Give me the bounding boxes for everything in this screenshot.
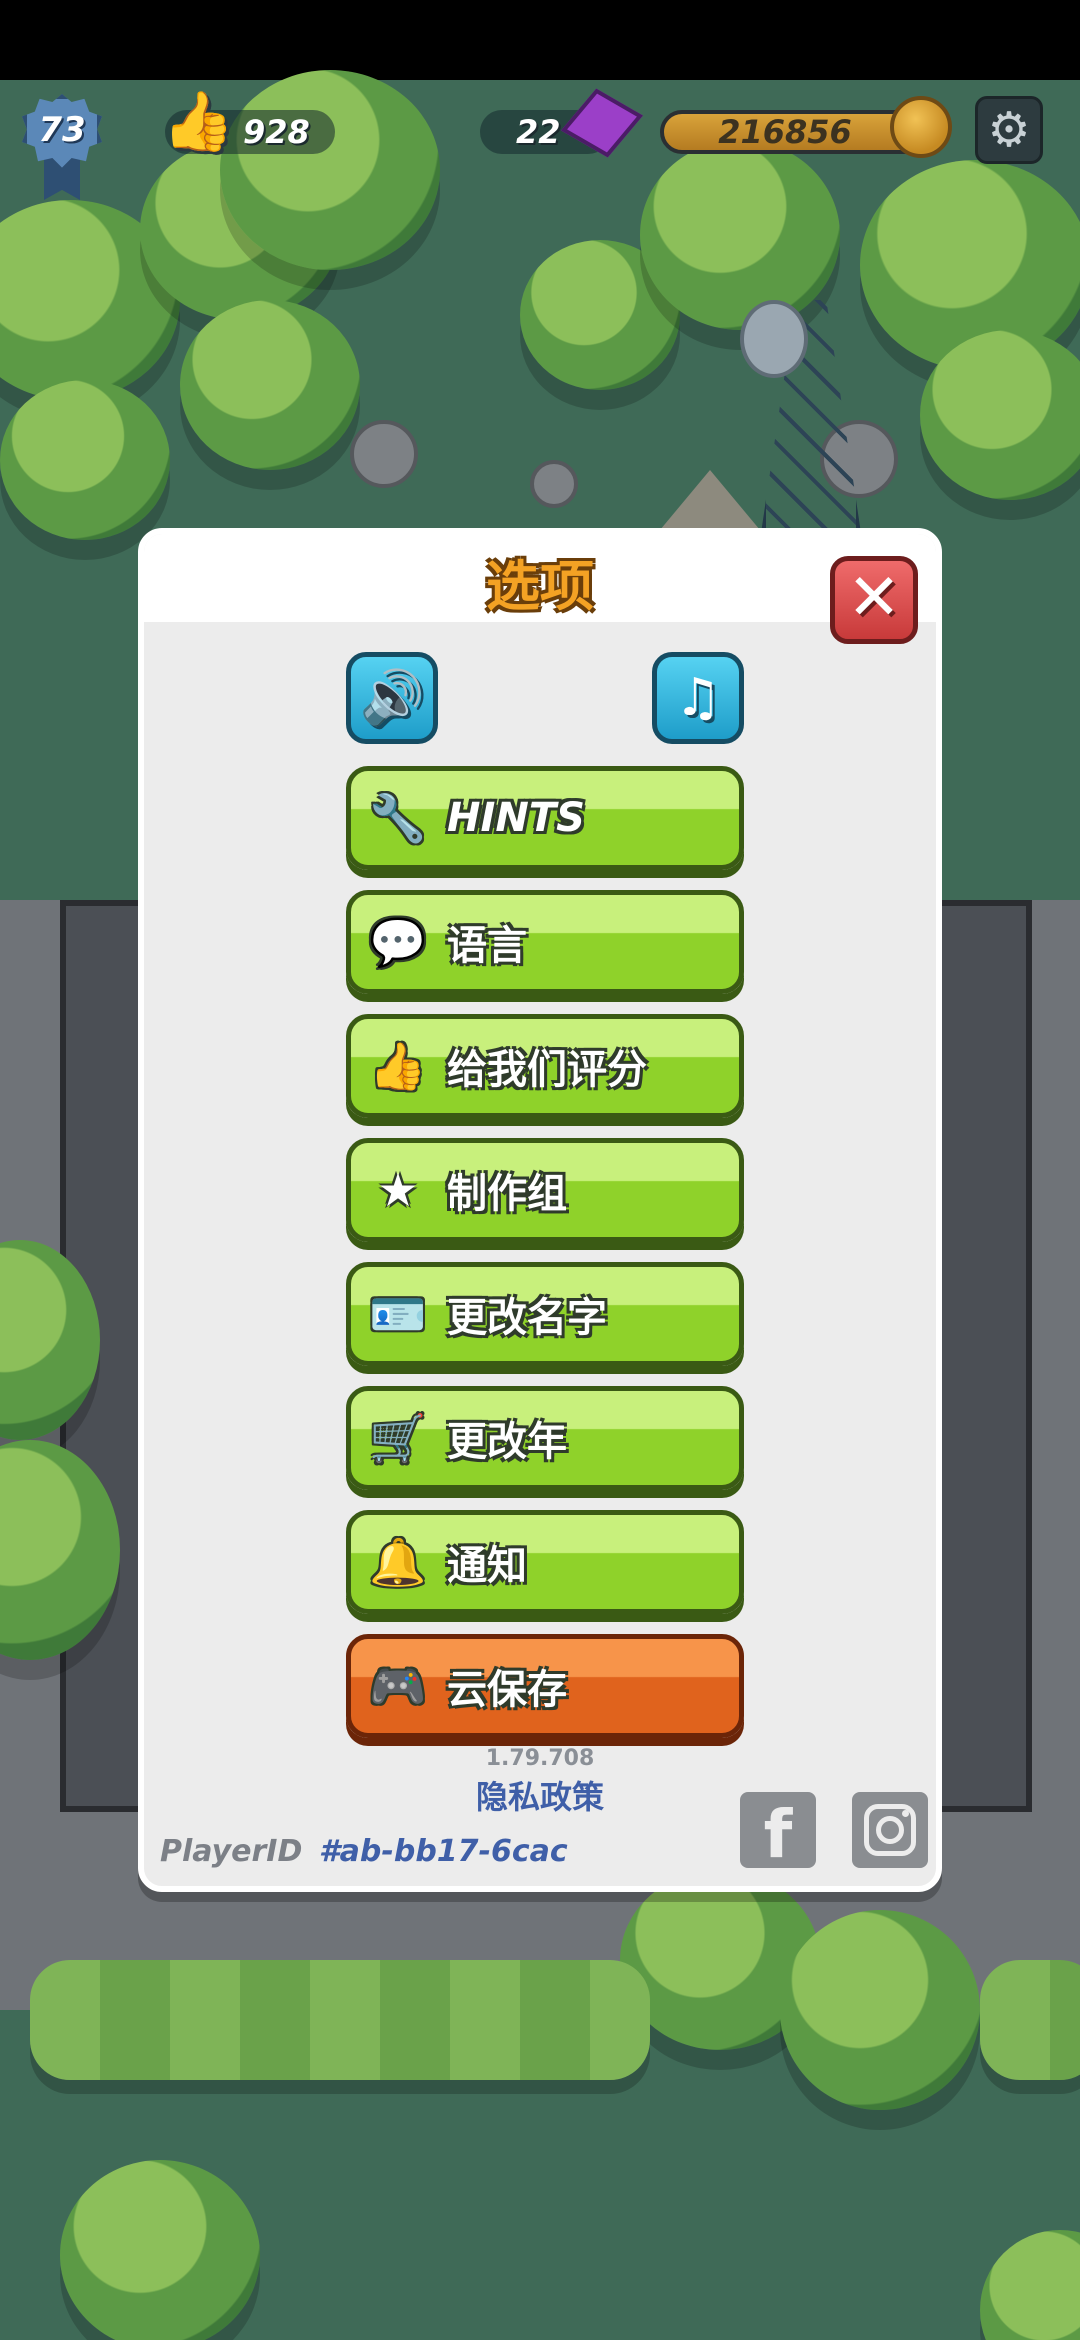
level-badge[interactable]: 73 — [22, 94, 102, 200]
settings-button[interactable]: ⚙ — [975, 96, 1043, 164]
wrench-icon: 🔧 — [369, 790, 427, 845]
bell-icon: 🔔 — [369, 1534, 427, 1589]
change-age-label: 更改年 — [447, 1419, 567, 1465]
privacy-policy-link[interactable]: 隐私政策 — [144, 1772, 936, 1818]
player-id-label: PlayerID — [160, 1834, 303, 1869]
status-bar — [0, 0, 1080, 80]
top-hud: 73 928 👍 22 216856 ⚙ — [0, 80, 1080, 200]
satellite-dish — [740, 300, 808, 378]
gear-icon: ⚙ — [987, 102, 1031, 158]
credits-button[interactable]: ★ 制作组 — [346, 1138, 744, 1242]
language-label: 语言 — [447, 923, 527, 969]
options-dialog: 选项 ✕ 🔊 ♫ 🔧 HINTS 💬 语言 👍 给我们评分 ★ 制作组 🪪 更改 — [138, 528, 942, 1892]
gems-count: 22 — [516, 113, 561, 151]
tree — [780, 1910, 980, 2110]
tree — [0, 380, 170, 540]
chat-icon: 💬 — [369, 914, 427, 969]
language-button[interactable]: 💬 语言 — [346, 890, 744, 994]
player-id: PlayerID #ab-bb17-6cac — [160, 1834, 568, 1869]
notifications-label: 通知 — [447, 1543, 527, 1589]
thumbs-up-icon: 👍 — [369, 1038, 427, 1093]
rock — [350, 420, 418, 488]
cloud-save-label: 云保存 — [447, 1667, 567, 1713]
hints-button[interactable]: 🔧 HINTS — [346, 766, 744, 870]
music-note-icon: ♫ — [674, 668, 722, 728]
dialog-title: 选项 — [486, 555, 594, 618]
tree — [980, 2230, 1080, 2340]
credits-label: 制作组 — [447, 1171, 567, 1217]
star-icon: ★ — [377, 1163, 419, 1217]
change-name-label: 更改名字 — [447, 1295, 607, 1341]
gamepad-icon: 🎮 — [369, 1658, 427, 1713]
roof-peak — [660, 470, 760, 530]
rate-us-label: 给我们评分 — [447, 1047, 647, 1093]
change-age-button[interactable]: 🛒 更改年 — [346, 1386, 744, 1490]
rate-us-button[interactable]: 👍 给我们评分 — [346, 1014, 744, 1118]
player-id-value: #ab-bb17-6cac — [318, 1834, 568, 1869]
coin-icon[interactable] — [890, 96, 952, 158]
close-icon: ✕ — [847, 561, 901, 635]
instagram-button[interactable] — [852, 1792, 928, 1868]
change-name-button[interactable]: 🪪 更改名字 — [346, 1262, 744, 1366]
tree — [60, 2160, 260, 2340]
music-toggle-button[interactable]: ♫ — [652, 652, 744, 744]
facebook-button[interactable]: f — [740, 1792, 816, 1873]
hedge-row — [30, 1960, 650, 2080]
tree — [180, 300, 360, 470]
name-tag-icon: 🪪 — [369, 1286, 427, 1341]
notifications-button[interactable]: 🔔 通知 — [346, 1510, 744, 1614]
coins-count: 216856 — [718, 113, 852, 151]
facebook-icon: f — [763, 1796, 793, 1873]
hedge-row — [980, 1960, 1080, 2080]
version-text: 1.79.708 — [485, 1746, 595, 1771]
stroller-icon: 🛒 — [369, 1410, 427, 1465]
tree — [920, 330, 1080, 500]
cloud-save-button[interactable]: 🎮 云保存 — [346, 1634, 744, 1738]
sound-toggle-button[interactable]: 🔊 — [346, 652, 438, 744]
game-screen: 73 928 👍 22 216856 ⚙ 选项 ✕ 🔊 ♫ 🔧 HINTS 💬 … — [0, 0, 1080, 2340]
close-button[interactable]: ✕ — [830, 556, 918, 644]
level-number: 73 — [38, 110, 86, 150]
speaker-icon: 🔊 — [359, 668, 425, 728]
rock — [530, 460, 578, 508]
likes-count: 928 — [243, 113, 310, 151]
thumbs-up-icon: 👍 — [162, 87, 235, 155]
hints-label: HINTS — [447, 795, 585, 841]
